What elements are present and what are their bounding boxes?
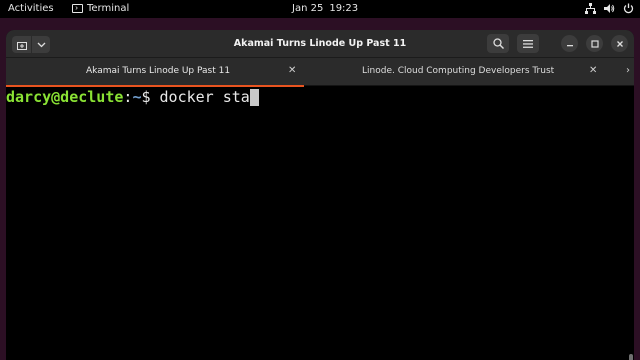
close-button[interactable] <box>611 35 628 52</box>
terminal-icon <box>72 4 83 13</box>
prompt-line: darcy@declute:~$ docker sta <box>6 88 634 106</box>
activities-button[interactable]: Activities <box>8 3 54 14</box>
tab-akamai[interactable]: Akamai Turns Linode Up Past 11 ✕ <box>6 58 304 87</box>
volume-icon <box>604 3 615 14</box>
system-tray[interactable] <box>585 3 634 14</box>
search-icon <box>492 38 504 49</box>
hamburger-menu-icon <box>523 39 533 48</box>
time: 19:23 <box>329 3 359 14</box>
command-text: docker sta <box>159 88 250 106</box>
tab-linode[interactable]: Linode. Cloud Computing Developers Trust… <box>306 58 610 86</box>
tab-close-icon[interactable]: ✕ <box>589 65 597 76</box>
terminal-content[interactable]: darcy@declute:~$ docker sta <box>6 87 634 360</box>
tab-scroll-right-icon[interactable]: › <box>626 65 630 76</box>
menu-button[interactable] <box>517 34 539 53</box>
app-menu[interactable]: Terminal <box>72 3 129 14</box>
terminal-scrollbar[interactable] <box>629 354 633 360</box>
date: Jan 25 <box>292 3 324 14</box>
tab-close-icon[interactable]: ✕ <box>288 65 296 76</box>
top-bar: Activities Terminal Jan 25 19:23 <box>0 0 640 18</box>
app-name: Terminal <box>87 3 130 14</box>
close-icon <box>616 40 623 47</box>
terminal-window: Akamai Turns Linode Up Past 11 Akamai Tu… <box>6 30 634 360</box>
header-controls <box>487 34 628 53</box>
minimize-icon <box>566 44 573 46</box>
maximize-button[interactable] <box>586 35 603 52</box>
minimize-button[interactable] <box>561 35 578 52</box>
tab-bar: Akamai Turns Linode Up Past 11 ✕ Linode.… <box>6 58 634 87</box>
search-button[interactable] <box>487 34 509 53</box>
header-bar: Akamai Turns Linode Up Past 11 <box>6 30 634 58</box>
network-icon <box>585 3 596 14</box>
prompt-user-host: darcy@declute <box>6 88 124 106</box>
text-cursor <box>249 89 259 106</box>
tab-label: Akamai Turns Linode Up Past 11 <box>86 66 231 76</box>
clock[interactable]: Jan 25 19:23 <box>292 3 358 14</box>
prompt-symbol: $ <box>141 88 160 106</box>
tab-label: Linode. Cloud Computing Developers Trust <box>362 66 555 76</box>
power-icon <box>623 3 634 14</box>
maximize-icon <box>590 39 599 48</box>
